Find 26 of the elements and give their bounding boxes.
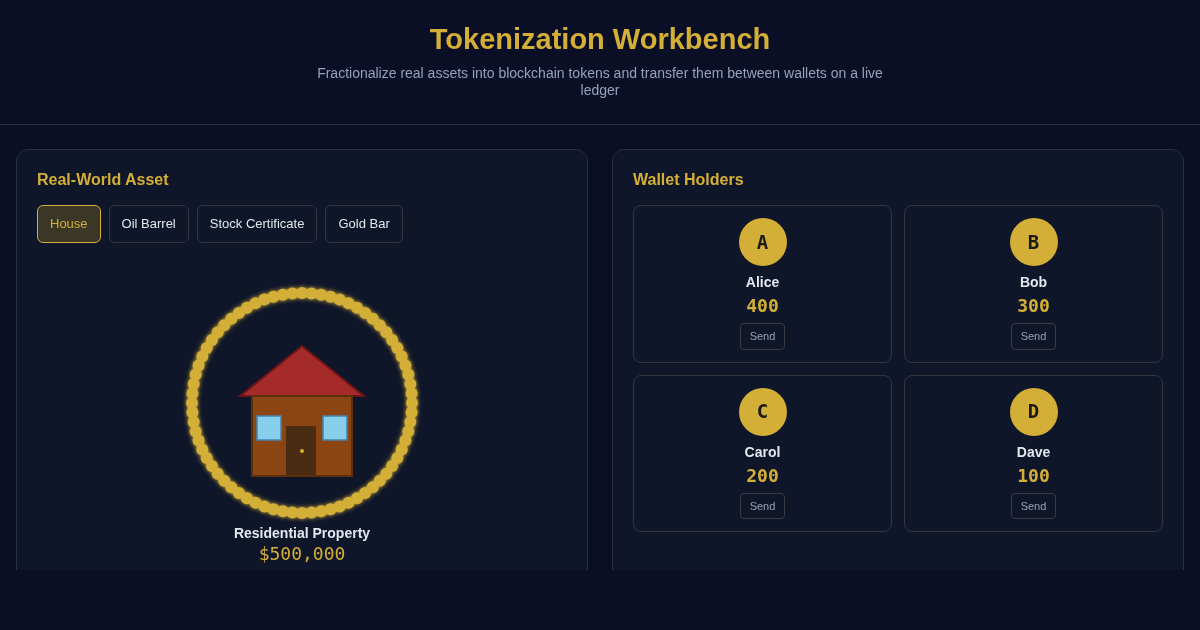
token-balance: 100 <box>1016 463 1051 488</box>
wallet-name: Carol <box>743 442 782 462</box>
asset-tab[interactable]: Stock Certificate <box>196 205 318 243</box>
asset-value: $500,000 <box>258 543 346 564</box>
avatar: C <box>738 387 787 436</box>
wallet-name: Bob <box>1018 273 1049 293</box>
asset-name: Residential Property <box>233 523 371 543</box>
send-button[interactable]: Send <box>739 323 786 350</box>
send-button[interactable]: Send <box>1010 323 1057 350</box>
panel-title: Real-World Asset <box>37 170 170 190</box>
avatar: D <box>1009 387 1058 436</box>
avatar: B <box>1009 218 1058 267</box>
token-balance: 300 <box>1016 294 1051 319</box>
token-balance: 200 <box>745 463 780 488</box>
send-button[interactable]: Send <box>1010 492 1057 520</box>
send-button[interactable]: Send <box>739 492 786 520</box>
token-balance: 400 <box>745 294 780 319</box>
page-title: Tokenization Workbench <box>428 22 772 57</box>
wallet-name: Alice <box>744 273 781 293</box>
page-subtitle: Fractionalize real assets into blockchain tokens and transfer them between wallets on a live ledger <box>316 64 884 99</box>
asset-tab[interactable]: Oil Barrel <box>108 205 189 243</box>
panel-title: Wallet Holders <box>633 170 745 190</box>
avatar: A <box>738 218 787 267</box>
asset-tab[interactable]: House <box>37 205 101 243</box>
wallet-name: Dave <box>1015 442 1052 462</box>
asset-tab[interactable]: Gold Bar <box>325 205 403 243</box>
